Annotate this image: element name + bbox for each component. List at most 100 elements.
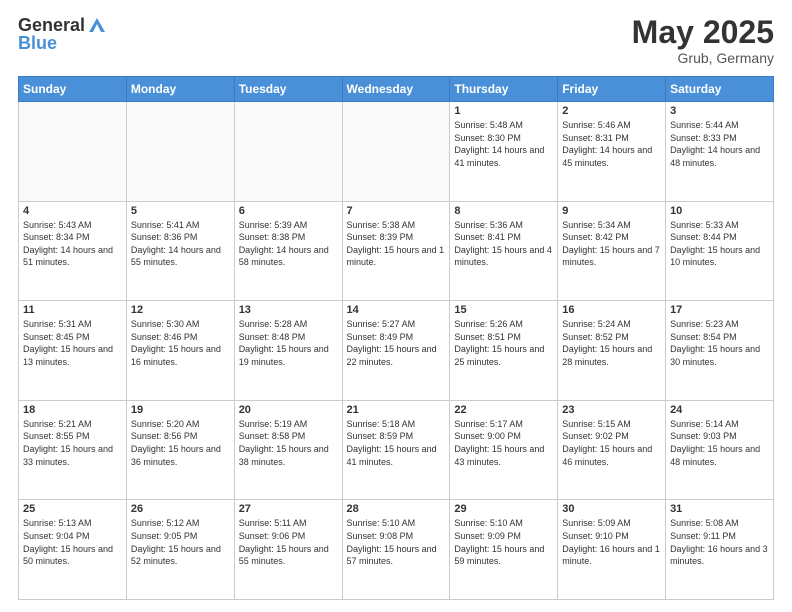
table-row: 14Sunrise: 5:27 AM Sunset: 8:49 PM Dayli… xyxy=(342,301,450,401)
day-number: 16 xyxy=(562,304,661,316)
day-number: 22 xyxy=(454,404,553,416)
day-number: 4 xyxy=(23,205,122,217)
col-saturday: Saturday xyxy=(666,77,774,102)
table-row: 6 Sunrise: 5:39 AM Sunset: 8:38 PM Daylig… xyxy=(234,201,342,301)
calendar-week-5: 25Sunrise: 5:13 AM Sunset: 9:04 PM Dayli… xyxy=(19,500,774,600)
header: General Blue May 2025 Grub, Germany xyxy=(18,16,774,66)
day-info: Sunrise: 5:10 AM Sunset: 9:09 PM Dayligh… xyxy=(454,517,553,567)
col-monday: Monday xyxy=(126,77,234,102)
day-number: 25 xyxy=(23,503,122,515)
table-row: 4Sunrise: 5:43 AM Sunset: 8:34 PM Daylig… xyxy=(19,201,127,301)
table-row: 11Sunrise: 5:31 AM Sunset: 8:45 PM Dayli… xyxy=(19,301,127,401)
col-wednesday: Wednesday xyxy=(342,77,450,102)
table-row: 10 Sunrise: 5:33 AM Sunset: 8:44 PM Dayli… xyxy=(666,201,774,301)
title-section: May 2025 Grub, Germany xyxy=(632,16,774,66)
day-info: Sunrise: 5:17 AM Sunset: 9:00 PM Dayligh… xyxy=(454,418,553,468)
day-info: Sunrise: 5:27 AM Sunset: 8:49 PM Dayligh… xyxy=(347,318,446,368)
day-info: Sunrise: 5:33 AM Sunset: 8:44 PM Dayligh… xyxy=(670,219,769,269)
table-row: 7 Sunrise: 5:38 AM Sunset: 8:39 PM Daylig… xyxy=(342,201,450,301)
title-month: May 2025 xyxy=(632,16,774,48)
day-number: 28 xyxy=(347,503,446,515)
calendar-week-2: 4Sunrise: 5:43 AM Sunset: 8:34 PM Daylig… xyxy=(19,201,774,301)
logo-icon xyxy=(87,16,107,34)
logo-general: General xyxy=(18,16,85,34)
calendar-week-1: 1 Sunrise: 5:48 AM Sunset: 8:30 PM Daylig… xyxy=(19,102,774,202)
calendar-week-3: 11Sunrise: 5:31 AM Sunset: 8:45 PM Dayli… xyxy=(19,301,774,401)
table-row xyxy=(234,102,342,202)
day-number: 13 xyxy=(239,304,338,316)
day-info: Sunrise: 5:36 AM Sunset: 8:41 PM Dayligh… xyxy=(454,219,553,269)
day-number: 24 xyxy=(670,404,769,416)
day-number: 3 xyxy=(670,105,769,117)
day-number: 23 xyxy=(562,404,661,416)
day-info: Sunrise: 5:12 AM Sunset: 9:05 PM Dayligh… xyxy=(131,517,230,567)
day-number: 7 xyxy=(347,205,446,217)
day-info: Sunrise: 5:21 AM Sunset: 8:55 PM Dayligh… xyxy=(23,418,122,468)
table-row: 19Sunrise: 5:20 AM Sunset: 8:56 PM Dayli… xyxy=(126,400,234,500)
day-info: Sunrise: 5:48 AM Sunset: 8:30 PM Dayligh… xyxy=(454,119,553,169)
table-row: 27Sunrise: 5:11 AM Sunset: 9:06 PM Dayli… xyxy=(234,500,342,600)
table-row: 8 Sunrise: 5:36 AM Sunset: 8:41 PM Daylig… xyxy=(450,201,558,301)
day-number: 12 xyxy=(131,304,230,316)
calendar-week-4: 18 Sunrise: 5:21 AM Sunset: 8:55 PM Dayli… xyxy=(19,400,774,500)
day-number: 1 xyxy=(454,105,553,117)
day-number: 20 xyxy=(239,404,338,416)
day-info: Sunrise: 5:18 AM Sunset: 8:59 PM Dayligh… xyxy=(347,418,446,468)
day-number: 21 xyxy=(347,404,446,416)
day-info: Sunrise: 5:28 AM Sunset: 8:48 PM Dayligh… xyxy=(239,318,338,368)
day-info: Sunrise: 5:11 AM Sunset: 9:06 PM Dayligh… xyxy=(239,517,338,567)
table-row: 16 Sunrise: 5:24 AM Sunset: 8:52 PM Dayli… xyxy=(558,301,666,401)
table-row: 29 Sunrise: 5:10 AM Sunset: 9:09 PM Dayli… xyxy=(450,500,558,600)
day-info: Sunrise: 5:10 AM Sunset: 9:08 PM Dayligh… xyxy=(347,517,446,567)
day-info: Sunrise: 5:15 AM Sunset: 9:02 PM Dayligh… xyxy=(562,418,661,468)
table-row: 13 Sunrise: 5:28 AM Sunset: 8:48 PM Dayli… xyxy=(234,301,342,401)
table-row: 1 Sunrise: 5:48 AM Sunset: 8:30 PM Daylig… xyxy=(450,102,558,202)
day-info: Sunrise: 5:26 AM Sunset: 8:51 PM Dayligh… xyxy=(454,318,553,368)
day-info: Sunrise: 5:31 AM Sunset: 8:45 PM Dayligh… xyxy=(23,318,122,368)
table-row: 22 Sunrise: 5:17 AM Sunset: 9:00 PM Dayli… xyxy=(450,400,558,500)
day-info: Sunrise: 5:23 AM Sunset: 8:54 PM Dayligh… xyxy=(670,318,769,368)
table-row: 15 Sunrise: 5:26 AM Sunset: 8:51 PM Dayli… xyxy=(450,301,558,401)
day-number: 15 xyxy=(454,304,553,316)
day-info: Sunrise: 5:38 AM Sunset: 8:39 PM Dayligh… xyxy=(347,219,446,269)
table-row: 23 Sunrise: 5:15 AM Sunset: 9:02 PM Dayli… xyxy=(558,400,666,500)
table-row: 25Sunrise: 5:13 AM Sunset: 9:04 PM Dayli… xyxy=(19,500,127,600)
table-row: 28 Sunrise: 5:10 AM Sunset: 9:08 PM Dayli… xyxy=(342,500,450,600)
day-info: Sunrise: 5:44 AM Sunset: 8:33 PM Dayligh… xyxy=(670,119,769,169)
day-number: 8 xyxy=(454,205,553,217)
table-row: 9Sunrise: 5:34 AM Sunset: 8:42 PM Daylig… xyxy=(558,201,666,301)
day-number: 6 xyxy=(239,205,338,217)
table-row: 12 Sunrise: 5:30 AM Sunset: 8:46 PM Dayli… xyxy=(126,301,234,401)
day-info: Sunrise: 5:14 AM Sunset: 9:03 PM Dayligh… xyxy=(670,418,769,468)
table-row xyxy=(19,102,127,202)
table-row xyxy=(126,102,234,202)
day-info: Sunrise: 5:30 AM Sunset: 8:46 PM Dayligh… xyxy=(131,318,230,368)
table-row: 5Sunrise: 5:41 AM Sunset: 8:36 PM Daylig… xyxy=(126,201,234,301)
col-thursday: Thursday xyxy=(450,77,558,102)
day-number: 10 xyxy=(670,205,769,217)
col-friday: Friday xyxy=(558,77,666,102)
day-info: Sunrise: 5:41 AM Sunset: 8:36 PM Dayligh… xyxy=(131,219,230,269)
day-number: 30 xyxy=(562,503,661,515)
day-number: 2 xyxy=(562,105,661,117)
calendar-header-row: Sunday Monday Tuesday Wednesday Thursday… xyxy=(19,77,774,102)
day-info: Sunrise: 5:39 AM Sunset: 8:38 PM Dayligh… xyxy=(239,219,338,269)
day-number: 18 xyxy=(23,404,122,416)
table-row xyxy=(342,102,450,202)
table-row: 24 Sunrise: 5:14 AM Sunset: 9:03 PM Dayli… xyxy=(666,400,774,500)
day-number: 19 xyxy=(131,404,230,416)
table-row: 26 Sunrise: 5:12 AM Sunset: 9:05 PM Dayli… xyxy=(126,500,234,600)
day-info: Sunrise: 5:24 AM Sunset: 8:52 PM Dayligh… xyxy=(562,318,661,368)
logo: General Blue xyxy=(18,16,107,52)
col-tuesday: Tuesday xyxy=(234,77,342,102)
day-info: Sunrise: 5:08 AM Sunset: 9:11 PM Dayligh… xyxy=(670,517,769,567)
day-number: 26 xyxy=(131,503,230,515)
logo-blue: Blue xyxy=(18,34,107,52)
calendar-table: Sunday Monday Tuesday Wednesday Thursday… xyxy=(18,76,774,600)
day-info: Sunrise: 5:46 AM Sunset: 8:31 PM Dayligh… xyxy=(562,119,661,169)
day-number: 29 xyxy=(454,503,553,515)
table-row: 21 Sunrise: 5:18 AM Sunset: 8:59 PM Dayli… xyxy=(342,400,450,500)
table-row: 17Sunrise: 5:23 AM Sunset: 8:54 PM Dayli… xyxy=(666,301,774,401)
table-row: 2 Sunrise: 5:46 AM Sunset: 8:31 PM Daylig… xyxy=(558,102,666,202)
col-sunday: Sunday xyxy=(19,77,127,102)
